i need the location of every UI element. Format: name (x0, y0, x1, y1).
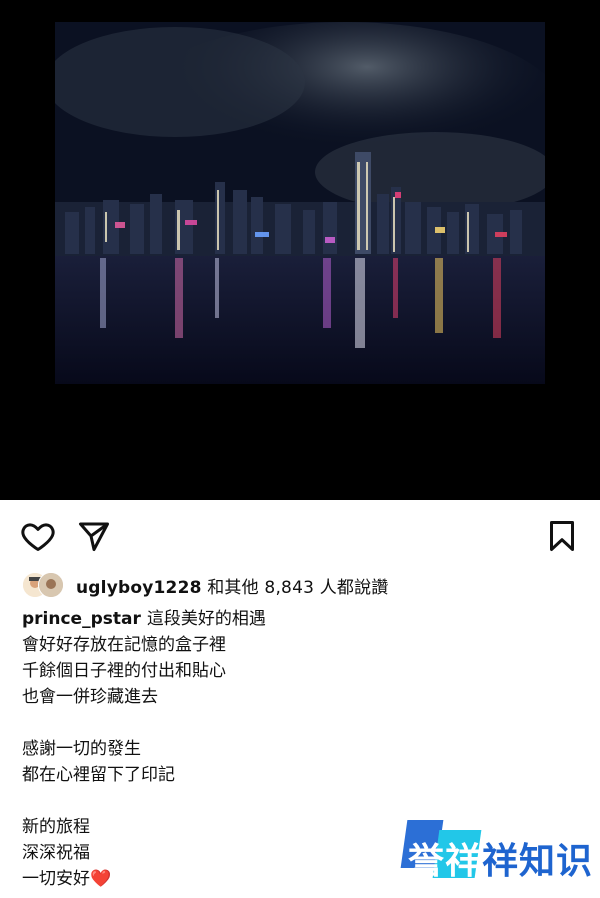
heart-emoji-icon: ❤️ (90, 869, 112, 889)
caption-line: 新的旅程 (22, 817, 90, 837)
caption-username[interactable]: prince_pstar (22, 609, 141, 629)
caption-line: prince_pstar 這段美好的相遇 (22, 606, 402, 632)
watermark-char: 祥 (445, 841, 483, 882)
heart-outline-icon[interactable] (20, 518, 56, 554)
post-caption: prince_pstar 這段美好的相遇 會好好存放在記憶的盒子裡 千餘個日子裡的… (22, 606, 402, 892)
post-photo[interactable] (55, 22, 545, 384)
paper-plane-icon[interactable] (76, 518, 112, 554)
caption-line: 也會一併珍藏進去 (22, 687, 158, 707)
caption-line: 深深祝福 (22, 843, 90, 863)
liker-avatars[interactable] (22, 572, 70, 598)
watermark-char: 誉 (408, 841, 446, 882)
post-photo-frame (0, 0, 600, 500)
watermark-text: 誉祥祥知识 (408, 832, 593, 884)
likes-count-text: 和其他 8,843 人都說讚 (201, 577, 389, 598)
caption-line: 一切安好❤️ (22, 866, 402, 892)
watermark-logo: 誉祥祥知识 (400, 820, 592, 890)
caption-line: 感謝一切的發生 (22, 739, 141, 759)
liker-username[interactable]: uglyboy1228 (76, 578, 202, 598)
caption-text: 一切安好 (22, 869, 90, 889)
avatar (38, 572, 64, 598)
likes-row[interactable]: uglyboy1228 和其他 8,843 人都說讚 (22, 570, 582, 600)
caption-line: 都在心裡留下了印記 (22, 765, 175, 785)
caption-line: 會好好存放在記憶的盒子裡 (22, 635, 226, 655)
caption-text: 這段美好的相遇 (146, 609, 266, 629)
post-action-bar (0, 500, 600, 570)
bookmark-icon[interactable] (544, 518, 580, 554)
watermark-char: 祥知识 (482, 841, 594, 882)
caption-line: 千餘個日子裡的付出和貼心 (22, 661, 226, 681)
likes-summary: uglyboy1228 和其他 8,843 人都說讚 (76, 573, 389, 598)
